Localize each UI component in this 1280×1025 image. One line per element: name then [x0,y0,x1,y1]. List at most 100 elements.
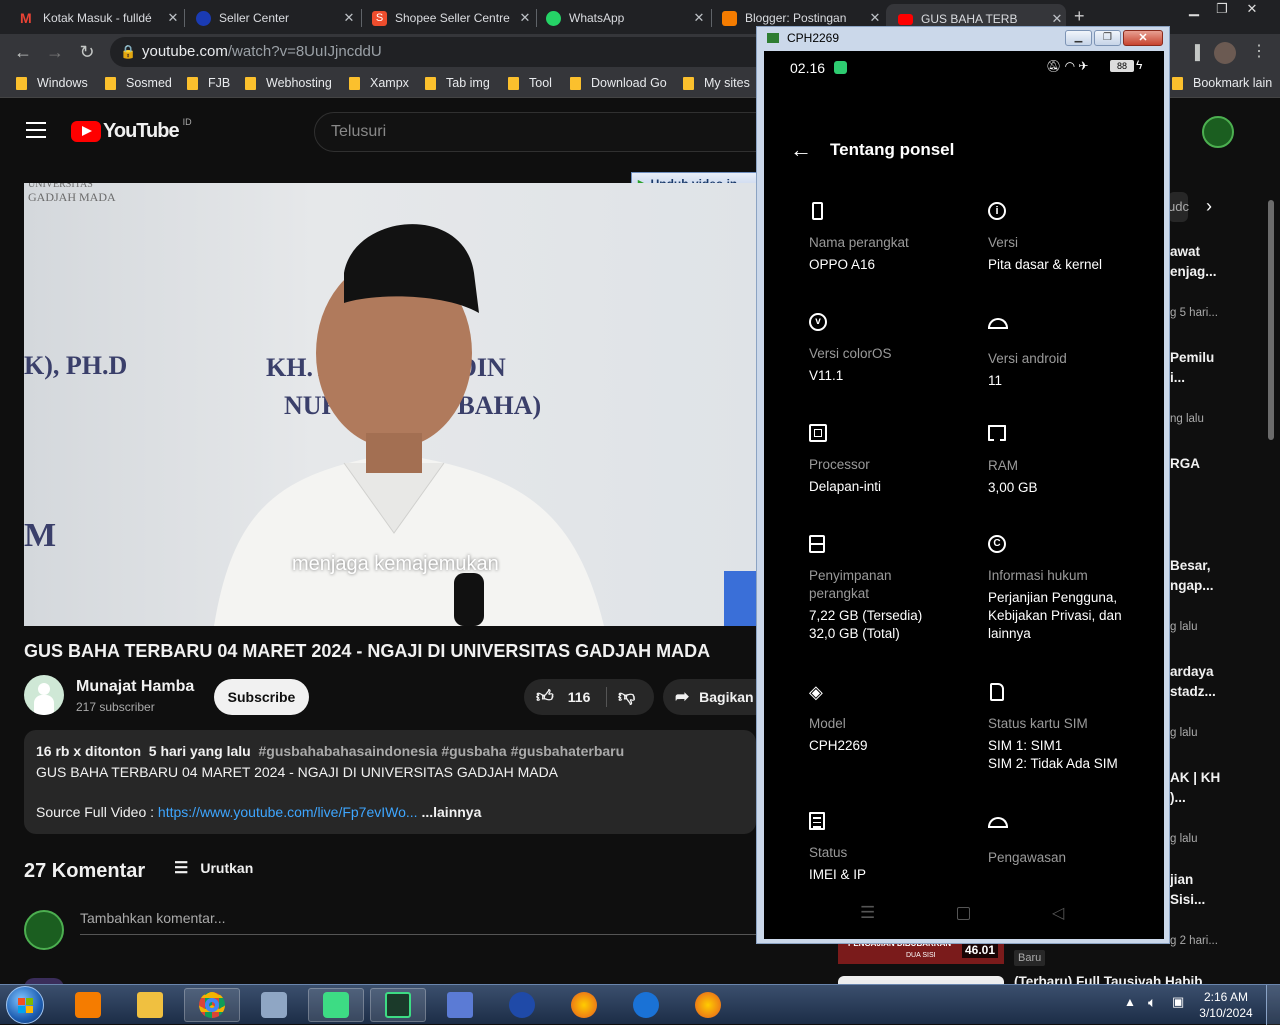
home-icon[interactable] [957,907,970,920]
recommend-title[interactable]: stadz... [1170,684,1216,699]
info-item-status[interactable]: Status IMEI & IP [809,812,979,884]
close-tab-icon[interactable]: ✕ [1048,11,1066,27]
recommend-title[interactable]: ngap... [1170,578,1214,593]
back-arrow-icon[interactable]: ← [790,137,812,163]
bookmark-folder[interactable]: FJB [187,76,230,90]
search-input[interactable]: Telusuri [314,112,774,152]
tray-chevron-icon[interactable]: ▲ [1124,995,1136,1009]
file-explorer-icon[interactable] [122,988,178,1022]
recommend-title[interactable]: enjag... [1170,264,1217,279]
bookmark-folder[interactable]: My sites [683,76,750,90]
recommend-title[interactable]: )... [1170,790,1186,805]
bookmark-folder[interactable]: Tab img [425,76,490,90]
tab-seller-center[interactable]: Seller Center ✕ [176,4,358,32]
account-avatar[interactable] [1202,116,1234,148]
sidebar-toggle-icon[interactable]: ▐ [1184,41,1206,63]
clock[interactable]: 2:16 AM 3/10/2024 [1196,989,1256,1021]
chip-filter[interactable]: udc [1168,192,1189,222]
bookmark-other[interactable]: Bookmark lain [1172,76,1272,90]
bookmark-folder[interactable]: Download Go [570,76,667,90]
page-scrollbar[interactable] [1268,200,1274,440]
user-avatar [24,910,64,950]
recommend-title[interactable]: i... [1170,370,1185,385]
info-item-version[interactable]: i Versi Pita dasar & kernel [988,202,1158,274]
youtube-logo[interactable]: YouTube ID [71,117,192,143]
firefox-icon[interactable] [556,988,612,1022]
tab-shopee[interactable]: S Shopee Seller Centre ✕ [352,4,534,32]
recommend-title[interactable]: Pemilu [1170,350,1214,365]
info-item-legal[interactable]: C Informasi hukum Perjanjian Pengguna, K… [988,535,1158,643]
tab-whatsapp[interactable]: WhatsApp ✕ [526,4,708,32]
sort-comments-button[interactable]: ☰ Urutkan [174,858,253,878]
chrome-icon[interactable] [184,988,240,1022]
close-window-icon[interactable]: ✕ [1238,0,1266,20]
phone-screen[interactable]: 02.16 🔕︎ ◠ ✈ 88 ϟ ← Tentang ponsel Nama … [764,51,1164,939]
channel-name[interactable]: Munajat Hamba [76,678,194,696]
forward-icon[interactable]: → [44,41,66,63]
channel-avatar[interactable] [24,675,64,715]
thumbs-down-icon[interactable]: 👎︎ [618,679,635,715]
android-studio-icon[interactable] [308,988,364,1022]
profile-avatar[interactable] [1214,42,1236,64]
bookmark-folder[interactable]: Sosmed [105,76,172,90]
firefox-2-icon[interactable] [680,988,736,1022]
bookmark-folder[interactable]: Xampx [349,76,409,90]
info-item-model[interactable]: ◈ Model CPH2269 [809,683,979,755]
network-tray-icon[interactable]: ▣ [1172,994,1184,1010]
back-nav-icon[interactable]: ◁ [1052,903,1064,923]
bookmark-folder[interactable]: Webhosting [245,76,332,90]
recommend-title[interactable]: jian [1170,872,1193,887]
bookmark-folder[interactable]: Tool [508,76,552,90]
info-item-coloros[interactable]: v Versi colorOS V11.1 [809,313,979,385]
restore-icon[interactable]: ❐ [1208,0,1236,20]
like-button[interactable]: 👍︎ 116 [536,679,610,715]
minimize-icon[interactable]: ▁ [1180,0,1208,20]
hashtags[interactable]: #gusbahabahasaindonesia #gusbaha #gusbah… [259,743,625,759]
network-icon[interactable] [432,988,488,1022]
recommend-title[interactable]: awat [1170,244,1200,259]
recommend-title[interactable]: Sisi... [1170,892,1205,907]
info-item-processor[interactable]: Processor Delapan-inti [809,424,979,496]
subscribe-button[interactable]: Subscribe [214,679,309,715]
close-tab-icon[interactable]: ✕ [866,10,884,26]
info-item-storage[interactable]: Penyimpanan perangkat 7,22 GB (Tersedia)… [809,535,979,643]
thumbs-up-icon: 👍︎ [536,687,554,706]
chevron-right-icon[interactable]: › [1206,196,1212,217]
show-desktop-button[interactable] [1266,985,1280,1025]
reload-icon[interactable]: ↻ [76,41,98,63]
share-button[interactable]: ➦ Bagikan [663,679,763,715]
recent-apps-icon[interactable]: ☰ [860,903,875,923]
minimize-icon[interactable]: ▁ [1065,30,1092,46]
gmail-icon: M [20,9,32,26]
recommend-title[interactable]: AK | KH [1170,770,1220,785]
recommend-title[interactable]: Besar, [1170,558,1211,573]
scrcpy-icon[interactable] [370,988,426,1022]
hamburger-menu-icon[interactable] [26,122,46,138]
info-item-ram[interactable]: RAM 3,00 GB [988,424,1158,497]
show-more-link[interactable]: ...lainnya [421,804,481,820]
source-link[interactable]: https://www.youtube.com/live/Fp7evIWo... [158,804,418,820]
heart-app-icon[interactable] [494,988,550,1022]
info-item-device-name[interactable]: Nama perangkat OPPO A16 [809,202,979,274]
description-box[interactable]: 16 rb x ditonton 5 hari yang lalu #gusba… [24,730,756,834]
info-item-supervision[interactable]: Pengawasan [988,812,1158,871]
app-circle-icon[interactable] [618,988,674,1022]
bookmark-folder[interactable]: Windows [16,76,88,90]
media-player-icon[interactable] [60,988,116,1022]
back-icon[interactable]: ← [12,41,34,63]
info-item-android-version[interactable]: Versi android 11 [988,313,1158,390]
menu-kebab-icon[interactable]: ⋮ [1248,41,1270,63]
video-player[interactable]: UNIVERSITASGADJAH MADA K), PH.D KH. A HA… [24,183,756,626]
address-bar[interactable]: 🔒 youtube.com/watch?v=8UuIJjncddU [110,37,770,67]
maximize-icon[interactable]: ❐ [1094,30,1121,46]
close-icon[interactable]: ✕ [1123,30,1163,46]
volume-icon[interactable]: 🔈︎ [1148,994,1156,1011]
recommend-title[interactable]: RGA [1170,456,1200,471]
recommend-title[interactable]: ardaya [1170,664,1214,679]
tab-gmail[interactable]: M Kotak Masuk - fulldé ✕ [0,4,182,32]
tool-icon[interactable] [246,988,302,1022]
info-item-sim-status[interactable]: Status kartu SIM SIM 1: SIM1 SIM 2: Tida… [988,683,1158,773]
start-button[interactable] [6,986,44,1024]
new-tab-icon[interactable]: + [1074,6,1085,27]
add-comment-input[interactable]: Tambahkan komentar... [80,910,760,935]
